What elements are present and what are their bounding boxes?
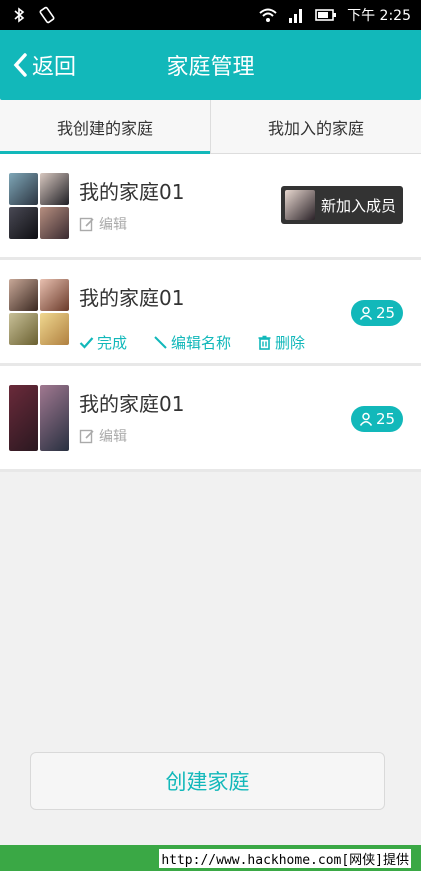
- family-name: 我的家庭01: [79, 180, 185, 204]
- bluetooth-icon: [14, 7, 25, 23]
- watermark-text: http://www.hackhome.com[网侠]提供: [159, 848, 411, 868]
- member-photo: [40, 173, 69, 205]
- member-photo: [40, 207, 69, 239]
- create-family-label: 创建家庭: [165, 770, 250, 794]
- signal-icon: [289, 9, 303, 23]
- tab-created-families[interactable]: 我创建的家庭: [0, 100, 210, 154]
- tab-joined-families[interactable]: 我加入的家庭: [210, 100, 421, 153]
- member-count: 25: [375, 410, 396, 428]
- member-count-badge: 25: [351, 300, 403, 326]
- wifi-icon: [259, 8, 277, 22]
- trash-icon: [258, 335, 271, 350]
- member-photo: [9, 385, 38, 451]
- family-item[interactable]: 我的家庭01 完成 编辑名称 删除 25: [0, 260, 421, 366]
- new-member-badge[interactable]: 新加入成员: [281, 186, 403, 224]
- family-name: 我的家庭01: [79, 392, 185, 416]
- person-icon: [359, 306, 373, 320]
- person-icon: [359, 412, 373, 426]
- create-family-button[interactable]: 创建家庭: [30, 752, 385, 810]
- delete-button[interactable]: 删除: [257, 332, 305, 353]
- member-photo: [9, 207, 38, 239]
- family-avatar: [9, 279, 69, 345]
- member-photo: [40, 313, 69, 345]
- member-photo: [9, 173, 38, 205]
- rename-button[interactable]: 编辑名称: [153, 332, 231, 353]
- member-photo: [9, 313, 38, 345]
- back-label: 返回: [32, 55, 77, 80]
- member-photo: [40, 385, 69, 451]
- rename-label: 编辑名称: [171, 334, 232, 352]
- done-label: 完成: [97, 334, 128, 352]
- edit-label: 编辑: [99, 217, 127, 233]
- tab-bar: 我创建的家庭 我加入的家庭: [0, 100, 421, 154]
- edit-icon: [79, 429, 94, 444]
- family-actions: 完成 编辑名称 删除: [79, 332, 305, 353]
- pencil-icon: [154, 336, 167, 349]
- edit-icon: [79, 217, 94, 232]
- member-photo: [9, 279, 38, 311]
- family-item[interactable]: 我的家庭01 编辑 新加入成员: [0, 154, 421, 260]
- back-button[interactable]: 返回: [12, 30, 76, 100]
- rotate-icon: [39, 6, 55, 24]
- member-photo: [285, 190, 315, 220]
- edit-button[interactable]: 编辑: [79, 214, 127, 234]
- tab-label: 我创建的家庭: [56, 118, 153, 138]
- family-item[interactable]: 我的家庭01 编辑 25: [0, 366, 421, 472]
- family-list: 我的家庭01 编辑 新加入成员 我的家庭01 完成 编辑名称 删除 25 我的家…: [0, 154, 421, 472]
- edit-label: 编辑: [99, 429, 127, 445]
- battery-icon: [315, 9, 337, 21]
- family-avatar: [9, 385, 69, 451]
- member-count-badge: 25: [351, 406, 403, 432]
- app-screen: 下午 2:25 家庭管理 返回 我创建的家庭 我加入的家庭 我的家庭01 编辑 …: [0, 0, 421, 845]
- status-time: 下午 2:25: [347, 8, 411, 24]
- member-photo: [40, 279, 69, 311]
- member-count: 25: [375, 304, 396, 322]
- new-member-label: 新加入成员: [321, 196, 397, 215]
- title-bar: 家庭管理 返回: [0, 30, 421, 100]
- watermark: http://www.hackhome.com[网侠]提供: [0, 845, 421, 871]
- done-button[interactable]: 完成: [79, 332, 127, 353]
- delete-label: 删除: [275, 334, 306, 352]
- edit-button[interactable]: 编辑: [79, 426, 127, 446]
- family-avatar: [9, 173, 69, 239]
- back-chevron-icon: [13, 53, 27, 77]
- check-icon: [79, 337, 94, 349]
- tab-label: 我加入的家庭: [267, 118, 364, 138]
- status-bar: 下午 2:25: [0, 0, 421, 30]
- family-name: 我的家庭01: [79, 286, 185, 310]
